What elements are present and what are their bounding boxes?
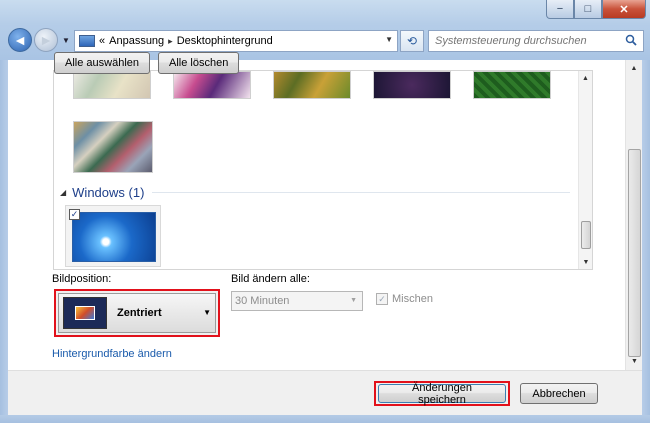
scroll-down-arrow-icon[interactable]: ▼ — [579, 255, 592, 269]
window-controls: − □ ✕ — [546, 0, 646, 19]
windows7-wallpaper-thumbnail — [72, 212, 156, 262]
breadcrumb-overflow[interactable]: « — [99, 35, 105, 47]
select-all-button[interactable]: Alle auswählen — [54, 52, 150, 74]
picture-position-value: Zentriert — [117, 307, 162, 319]
navigation-buttons: ◄ ► ▼ — [8, 28, 70, 52]
wallpaper-tile-windows7[interactable]: ✓ — [65, 205, 161, 267]
chevron-down-icon[interactable]: ▼ — [350, 297, 357, 304]
picture-position-highlight: Zentriert ▼ — [54, 289, 220, 337]
scroll-up-arrow-icon[interactable]: ▲ — [626, 60, 642, 77]
cancel-button[interactable]: Abbrechen — [520, 383, 598, 404]
page-scroll-thumb[interactable] — [628, 149, 641, 357]
page-scrollbar[interactable]: ▲ ▼ — [625, 60, 642, 370]
title-bar: − □ ✕ ◄ ► ▼ « Anpassung ▸ Desktophinterg… — [0, 0, 650, 60]
gallery-scrollbar[interactable]: ▲ ▼ — [578, 71, 592, 269]
scroll-up-arrow-icon[interactable]: ▲ — [579, 71, 592, 85]
refresh-icon: ⟲ — [406, 34, 418, 48]
search-box[interactable] — [428, 30, 644, 52]
gallery-action-buttons: Alle auswählen Alle löschen — [54, 52, 240, 74]
address-bar[interactable]: « Anpassung ▸ Desktophintergrund ▼ — [74, 30, 398, 52]
breadcrumb-item-desktophintergrund[interactable]: Desktophintergrund — [177, 35, 273, 47]
minimize-button[interactable]: − — [546, 0, 574, 19]
window-frame-left — [0, 60, 8, 415]
background-color-link[interactable]: Hintergrundfarbe ändern — [52, 348, 172, 360]
save-button-highlight: Änderungen speichern — [374, 381, 510, 406]
close-button[interactable]: ✕ — [602, 0, 646, 19]
arrow-right-icon: ► — [39, 32, 53, 48]
wallpaper-gallery: ◢ Windows (1) ✓ ▲ ▼ — [53, 70, 593, 270]
picture-position-label: Bildposition: — [52, 273, 112, 285]
address-dropdown-icon[interactable]: ▼ — [385, 35, 393, 44]
forward-button[interactable]: ► — [34, 28, 58, 52]
wallpaper-thumbnail[interactable] — [273, 71, 351, 99]
position-preview-icon — [63, 297, 107, 329]
wallpaper-thumbnail[interactable] — [73, 71, 151, 99]
back-button[interactable]: ◄ — [8, 28, 32, 52]
group-header-windows[interactable]: ◢ Windows (1) — [60, 185, 570, 200]
wallpaper-thumbnail[interactable] — [473, 71, 551, 99]
group-title: Windows (1) — [72, 185, 145, 200]
change-interval-label: Bild ändern alle: — [231, 273, 310, 285]
chevron-down-icon[interactable]: ▼ — [203, 308, 211, 317]
gallery-scroll-thumb[interactable] — [581, 221, 591, 249]
clear-all-button[interactable]: Alle löschen — [158, 52, 240, 74]
dialog-footer: Änderungen speichern Abbrechen — [8, 370, 642, 415]
breadcrumb-item-anpassung[interactable]: Anpassung — [109, 35, 164, 47]
window-frame-right — [642, 60, 650, 415]
scroll-down-arrow-icon[interactable]: ▼ — [626, 353, 643, 370]
refresh-button[interactable]: ⟲ — [400, 30, 424, 52]
wallpaper-thumbnail[interactable] — [173, 71, 251, 99]
wallpaper-thumbnail[interactable] — [373, 71, 451, 99]
breadcrumb: « Anpassung ▸ Desktophintergrund — [99, 35, 273, 47]
search-input[interactable] — [435, 35, 615, 47]
main-content: ◢ Windows (1) ✓ ▲ ▼ Alle auswählen Alle … — [8, 52, 642, 370]
breadcrumb-separator-icon[interactable]: ▸ — [168, 36, 173, 47]
thumbnail-row — [73, 71, 551, 99]
picture-position-dropdown[interactable]: Zentriert ▼ — [58, 293, 216, 333]
group-divider — [152, 192, 570, 193]
save-changes-button[interactable]: Änderungen speichern — [378, 382, 506, 406]
window-frame-bottom — [0, 415, 650, 423]
change-interval-value: 30 Minuten — [235, 295, 290, 307]
recent-pages-dropdown-icon[interactable]: ▼ — [62, 36, 70, 45]
collapse-triangle-icon[interactable]: ◢ — [60, 188, 66, 197]
search-icon[interactable] — [625, 34, 637, 46]
shuffle-label: Mischen — [392, 293, 433, 305]
change-interval-dropdown[interactable]: 30 Minuten ▼ — [231, 291, 363, 311]
maximize-button[interactable]: □ — [574, 0, 602, 19]
control-panel-icon — [79, 35, 95, 47]
wallpaper-thumbnail[interactable] — [73, 121, 153, 173]
shuffle-checkbox[interactable]: ✓ — [376, 293, 388, 305]
wallpaper-checkbox[interactable]: ✓ — [69, 209, 80, 220]
shuffle-option[interactable]: ✓ Mischen — [376, 293, 433, 305]
arrow-left-icon: ◄ — [13, 32, 27, 48]
